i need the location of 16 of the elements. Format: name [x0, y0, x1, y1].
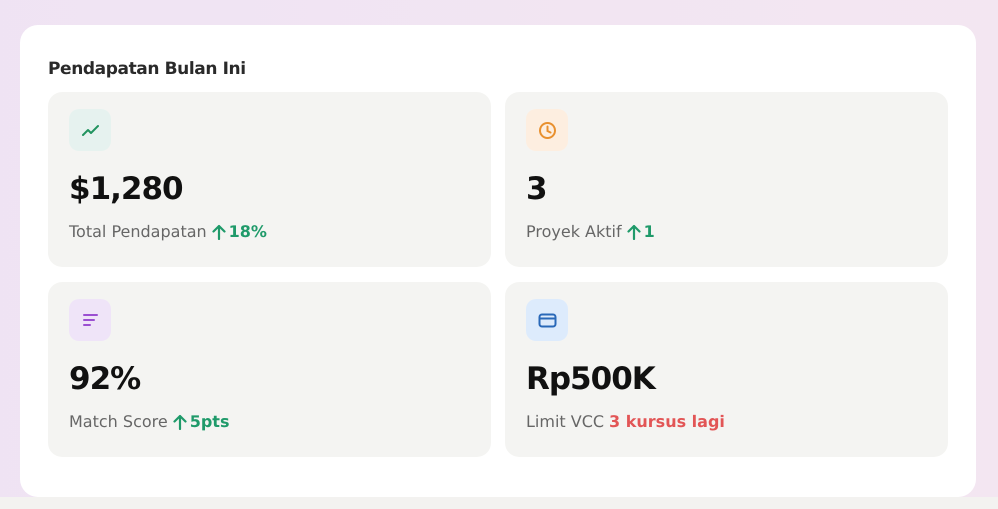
stat-value: $1,280	[69, 170, 184, 209]
stat-change: 18%	[228, 222, 267, 241]
stat-change: 1	[644, 222, 655, 241]
panel-title: Pendapatan Bulan Ini	[48, 59, 247, 79]
stat-value: 92%	[69, 360, 142, 399]
stat-value: 3	[526, 170, 548, 209]
stat-change: 5pts	[190, 412, 230, 431]
stat-change: 3 kursus lagi	[609, 412, 725, 431]
lines-icon	[69, 299, 111, 341]
stat-value: Rp500K	[526, 360, 658, 399]
stat-label: Total Pendapatan	[69, 222, 207, 241]
stat-label: Limit VCC	[526, 412, 604, 431]
clock-icon	[526, 109, 568, 151]
stat-label: Match Score	[69, 412, 168, 431]
stat-label: Proyek Aktif	[526, 222, 622, 241]
credit-card-icon	[526, 299, 568, 341]
